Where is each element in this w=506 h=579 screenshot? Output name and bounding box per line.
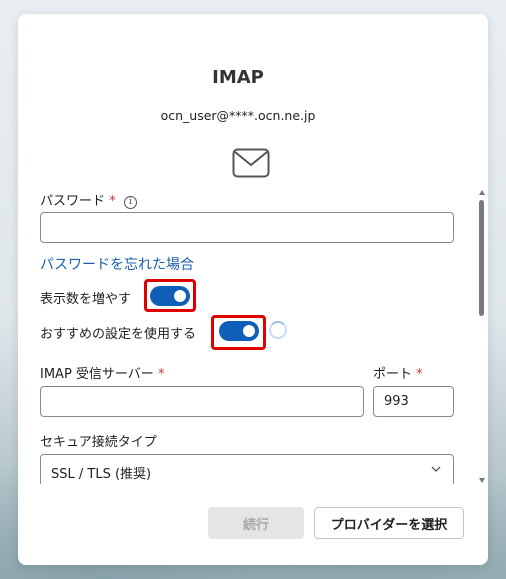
mail-icon xyxy=(232,148,270,178)
forgot-password-link[interactable]: パスワードを忘れた場合 xyxy=(40,254,194,274)
server-label-text: IMAP 受信サーバー xyxy=(40,367,154,382)
scroll-thumb[interactable] xyxy=(479,200,484,316)
account-email: ocn_user@****.ocn.ne.jp xyxy=(160,108,316,123)
chevron-down-icon xyxy=(431,466,441,472)
spinner-icon xyxy=(269,321,287,339)
imap-server-input[interactable] xyxy=(40,386,364,417)
port-label-text: ポート xyxy=(373,367,413,382)
security-type-select[interactable]: SSL / TLS (推奨) xyxy=(40,454,454,484)
required-mark: * xyxy=(416,367,423,382)
scroll-down-arrow-icon[interactable] xyxy=(479,478,485,483)
imap-dialog: IMAP ocn_user@****.ocn.ne.jp パスワード * i パ… xyxy=(18,14,488,565)
recommended-settings-label: おすすめの設定を使用する xyxy=(40,327,197,342)
server-label: IMAP 受信サーバー * xyxy=(40,363,164,382)
continue-button[interactable]: 続行 xyxy=(208,507,304,539)
scroll-up-arrow-icon[interactable] xyxy=(479,190,485,195)
show-more-label: 表示数を増やす xyxy=(40,292,132,307)
toggle-knob xyxy=(243,325,255,337)
show-more-toggle[interactable] xyxy=(150,286,190,306)
required-mark: * xyxy=(157,367,165,382)
password-label-text: パスワード xyxy=(40,194,106,209)
scroll-fade xyxy=(18,488,478,498)
choose-provider-button[interactable]: プロバイダーを選択 xyxy=(314,507,464,539)
scrollbar[interactable] xyxy=(478,190,486,488)
port-input[interactable]: 993 xyxy=(373,386,454,417)
recommended-settings-toggle[interactable] xyxy=(219,321,259,341)
dialog-title: IMAP xyxy=(212,67,264,88)
security-type-value: SSL / TLS (推奨) xyxy=(51,467,152,482)
security-type-label: セキュア接続タイプ xyxy=(40,435,157,450)
toggle-knob xyxy=(174,290,186,302)
password-label: パスワード * i xyxy=(40,190,137,209)
port-label: ポート * xyxy=(373,363,423,382)
password-input[interactable] xyxy=(40,212,454,243)
info-icon[interactable]: i xyxy=(123,195,137,209)
required-mark: * xyxy=(109,194,116,209)
